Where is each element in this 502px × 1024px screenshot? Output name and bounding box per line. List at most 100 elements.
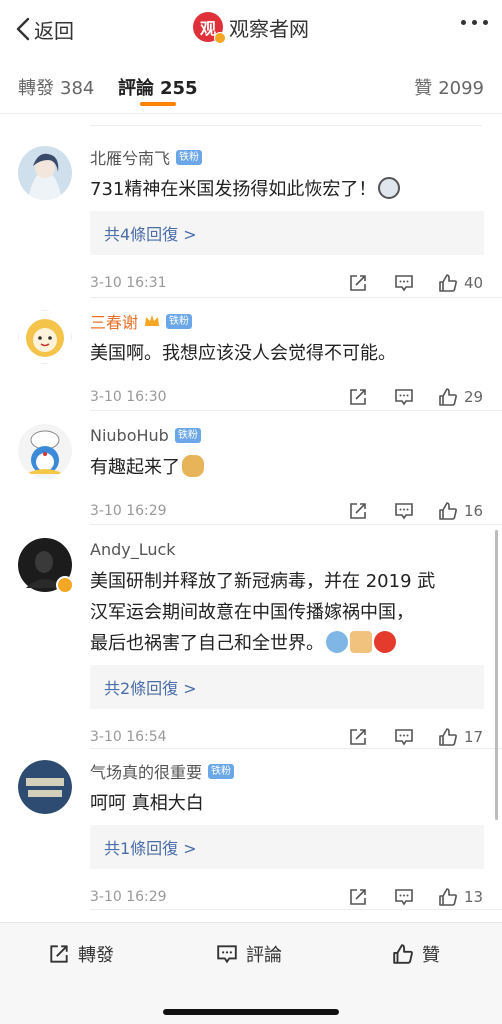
divider bbox=[90, 410, 502, 411]
more-button[interactable] bbox=[461, 20, 488, 25]
username[interactable]: 北雁兮南飞 bbox=[90, 145, 170, 169]
like-button[interactable]: 17 bbox=[438, 727, 484, 747]
active-tab-indicator bbox=[140, 102, 176, 106]
repost-icon[interactable] bbox=[348, 887, 368, 907]
comment-text-line: 汉军运会期间故意在中国传播嫁祸中国， bbox=[90, 602, 414, 623]
repost-icon bbox=[50, 945, 68, 963]
top-nav-bar: 返回 观 观察者网 bbox=[0, 0, 502, 58]
bottom-action-bar: 轉發 評論 贊 bbox=[0, 922, 502, 1024]
divider bbox=[90, 524, 502, 525]
tab-repost[interactable]: 轉發 384 bbox=[18, 74, 94, 100]
emoji-icon bbox=[378, 177, 401, 199]
fan-badge: 铁粉 bbox=[208, 763, 235, 779]
avatar[interactable] bbox=[18, 146, 72, 200]
more-dots-icon bbox=[472, 20, 477, 25]
timestamp: 3-10 16:31 bbox=[90, 275, 167, 291]
username[interactable]: 三春谢 bbox=[90, 309, 138, 333]
like-icon bbox=[439, 728, 457, 746]
timestamp: 3-10 16:29 bbox=[90, 889, 167, 905]
tab-label: 轉發 bbox=[18, 78, 54, 99]
replies-link[interactable]: 共1條回復 > bbox=[90, 825, 484, 869]
like-count: 29 bbox=[464, 388, 484, 406]
tab-count: 2099 bbox=[438, 78, 484, 99]
like-icon bbox=[439, 502, 457, 520]
comment-text: 有趣起来了 bbox=[90, 452, 484, 483]
fan-badge: 铁粉 bbox=[174, 427, 201, 443]
verified-icon bbox=[56, 576, 74, 594]
comment-icon bbox=[217, 945, 237, 964]
tab-comment[interactable]: 評論 255 bbox=[118, 74, 198, 100]
fan-badge: 铁粉 bbox=[166, 313, 193, 329]
repost-button[interactable]: 轉發 bbox=[48, 941, 114, 967]
page-title: 观察者网 bbox=[229, 16, 309, 41]
comment-button[interactable]: 評論 bbox=[216, 941, 282, 967]
doge-emoji-icon bbox=[182, 455, 204, 477]
repost-icon[interactable] bbox=[348, 727, 368, 747]
avatar[interactable] bbox=[18, 424, 72, 478]
timestamp: 3-10 16:54 bbox=[90, 729, 167, 745]
username[interactable]: NiuboHub bbox=[90, 426, 169, 445]
more-dots-icon bbox=[483, 20, 488, 25]
tab-count: 255 bbox=[160, 78, 198, 99]
comment-icon[interactable] bbox=[394, 273, 414, 293]
comment-text-line: 最后也祸害了自己和全世界。 bbox=[90, 633, 324, 654]
timestamp: 3-10 16:30 bbox=[90, 389, 167, 405]
brand-logo: 观 bbox=[193, 12, 226, 44]
like-label: 贊 bbox=[422, 945, 440, 966]
comment-icon[interactable] bbox=[394, 501, 414, 521]
comment-text: 731精神在米国发扬得如此恢宏了！ bbox=[90, 174, 484, 205]
divider bbox=[90, 297, 502, 298]
avatar[interactable] bbox=[18, 760, 72, 814]
angry-emoji-icon bbox=[374, 631, 396, 653]
like-button[interactable]: 16 bbox=[438, 501, 484, 521]
tab-label: 贊 bbox=[414, 78, 433, 99]
comment-text: 呵呵 真相大白 bbox=[90, 793, 204, 814]
divider bbox=[90, 748, 502, 749]
username[interactable]: Andy_Luck bbox=[90, 540, 176, 559]
crying-emoji-icon bbox=[326, 631, 348, 653]
comment-label: 評論 bbox=[246, 945, 282, 966]
comment-icon[interactable] bbox=[394, 727, 414, 747]
scrollbar[interactable] bbox=[495, 530, 498, 820]
comment-text-line: 美国研制并释放了新冠病毒，并在 2019 武 bbox=[90, 571, 436, 592]
thumbs-down-emoji-icon bbox=[350, 631, 372, 653]
more-dots-icon bbox=[461, 20, 466, 25]
divider bbox=[90, 909, 502, 910]
tab-count: 384 bbox=[60, 78, 95, 99]
like-icon bbox=[393, 944, 413, 964]
like-icon bbox=[439, 388, 457, 406]
verified-icon bbox=[214, 32, 226, 44]
like-count: 17 bbox=[464, 728, 484, 746]
comment-text-content: 731精神在米国发扬得如此恢宏了！ bbox=[90, 179, 377, 200]
like-button[interactable]: 13 bbox=[438, 887, 484, 907]
like-count: 13 bbox=[464, 888, 484, 906]
repost-icon[interactable] bbox=[348, 273, 368, 293]
fan-badge: 铁粉 bbox=[176, 149, 203, 165]
comment-list[interactable]: 北雁兮南飞 铁粉 731精神在米国发扬得如此恢宏了！ 共4條回復 > 3-10 … bbox=[0, 114, 502, 922]
avatar[interactable] bbox=[18, 310, 72, 364]
comment-icon[interactable] bbox=[394, 887, 414, 907]
repost-icon[interactable] bbox=[348, 387, 368, 407]
timestamp: 3-10 16:29 bbox=[90, 503, 167, 519]
tab-label: 評論 bbox=[118, 78, 154, 99]
username[interactable]: 气场真的很重要 bbox=[90, 759, 202, 783]
page-title-group: 观 观察者网 bbox=[0, 12, 502, 44]
like-count: 40 bbox=[464, 274, 484, 292]
comment-icon[interactable] bbox=[394, 387, 414, 407]
repost-icon[interactable] bbox=[348, 501, 368, 521]
repost-label: 轉發 bbox=[78, 945, 114, 966]
comment-text: 美国研制并释放了新冠病毒，并在 2019 武 汉军运会期间故意在中国传播嫁祸中国… bbox=[90, 566, 484, 659]
like-button[interactable]: 40 bbox=[438, 273, 484, 293]
replies-link[interactable]: 共4條回復 > bbox=[90, 211, 484, 255]
avatar[interactable] bbox=[18, 538, 74, 594]
like-count: 16 bbox=[464, 502, 484, 520]
replies-link[interactable]: 共2條回復 > bbox=[90, 665, 484, 709]
home-indicator[interactable] bbox=[163, 1009, 339, 1015]
tab-like[interactable]: 贊 2099 bbox=[414, 74, 484, 100]
comment-text: 美国啊。我想应该没人会觉得不可能。 bbox=[90, 343, 396, 364]
like-button[interactable]: 贊 bbox=[392, 941, 440, 967]
partial-comment-row bbox=[90, 114, 482, 126]
like-button[interactable]: 29 bbox=[438, 387, 484, 407]
tab-bar: 轉發 384 評論 255 贊 2099 bbox=[0, 58, 502, 114]
like-icon bbox=[439, 888, 457, 906]
